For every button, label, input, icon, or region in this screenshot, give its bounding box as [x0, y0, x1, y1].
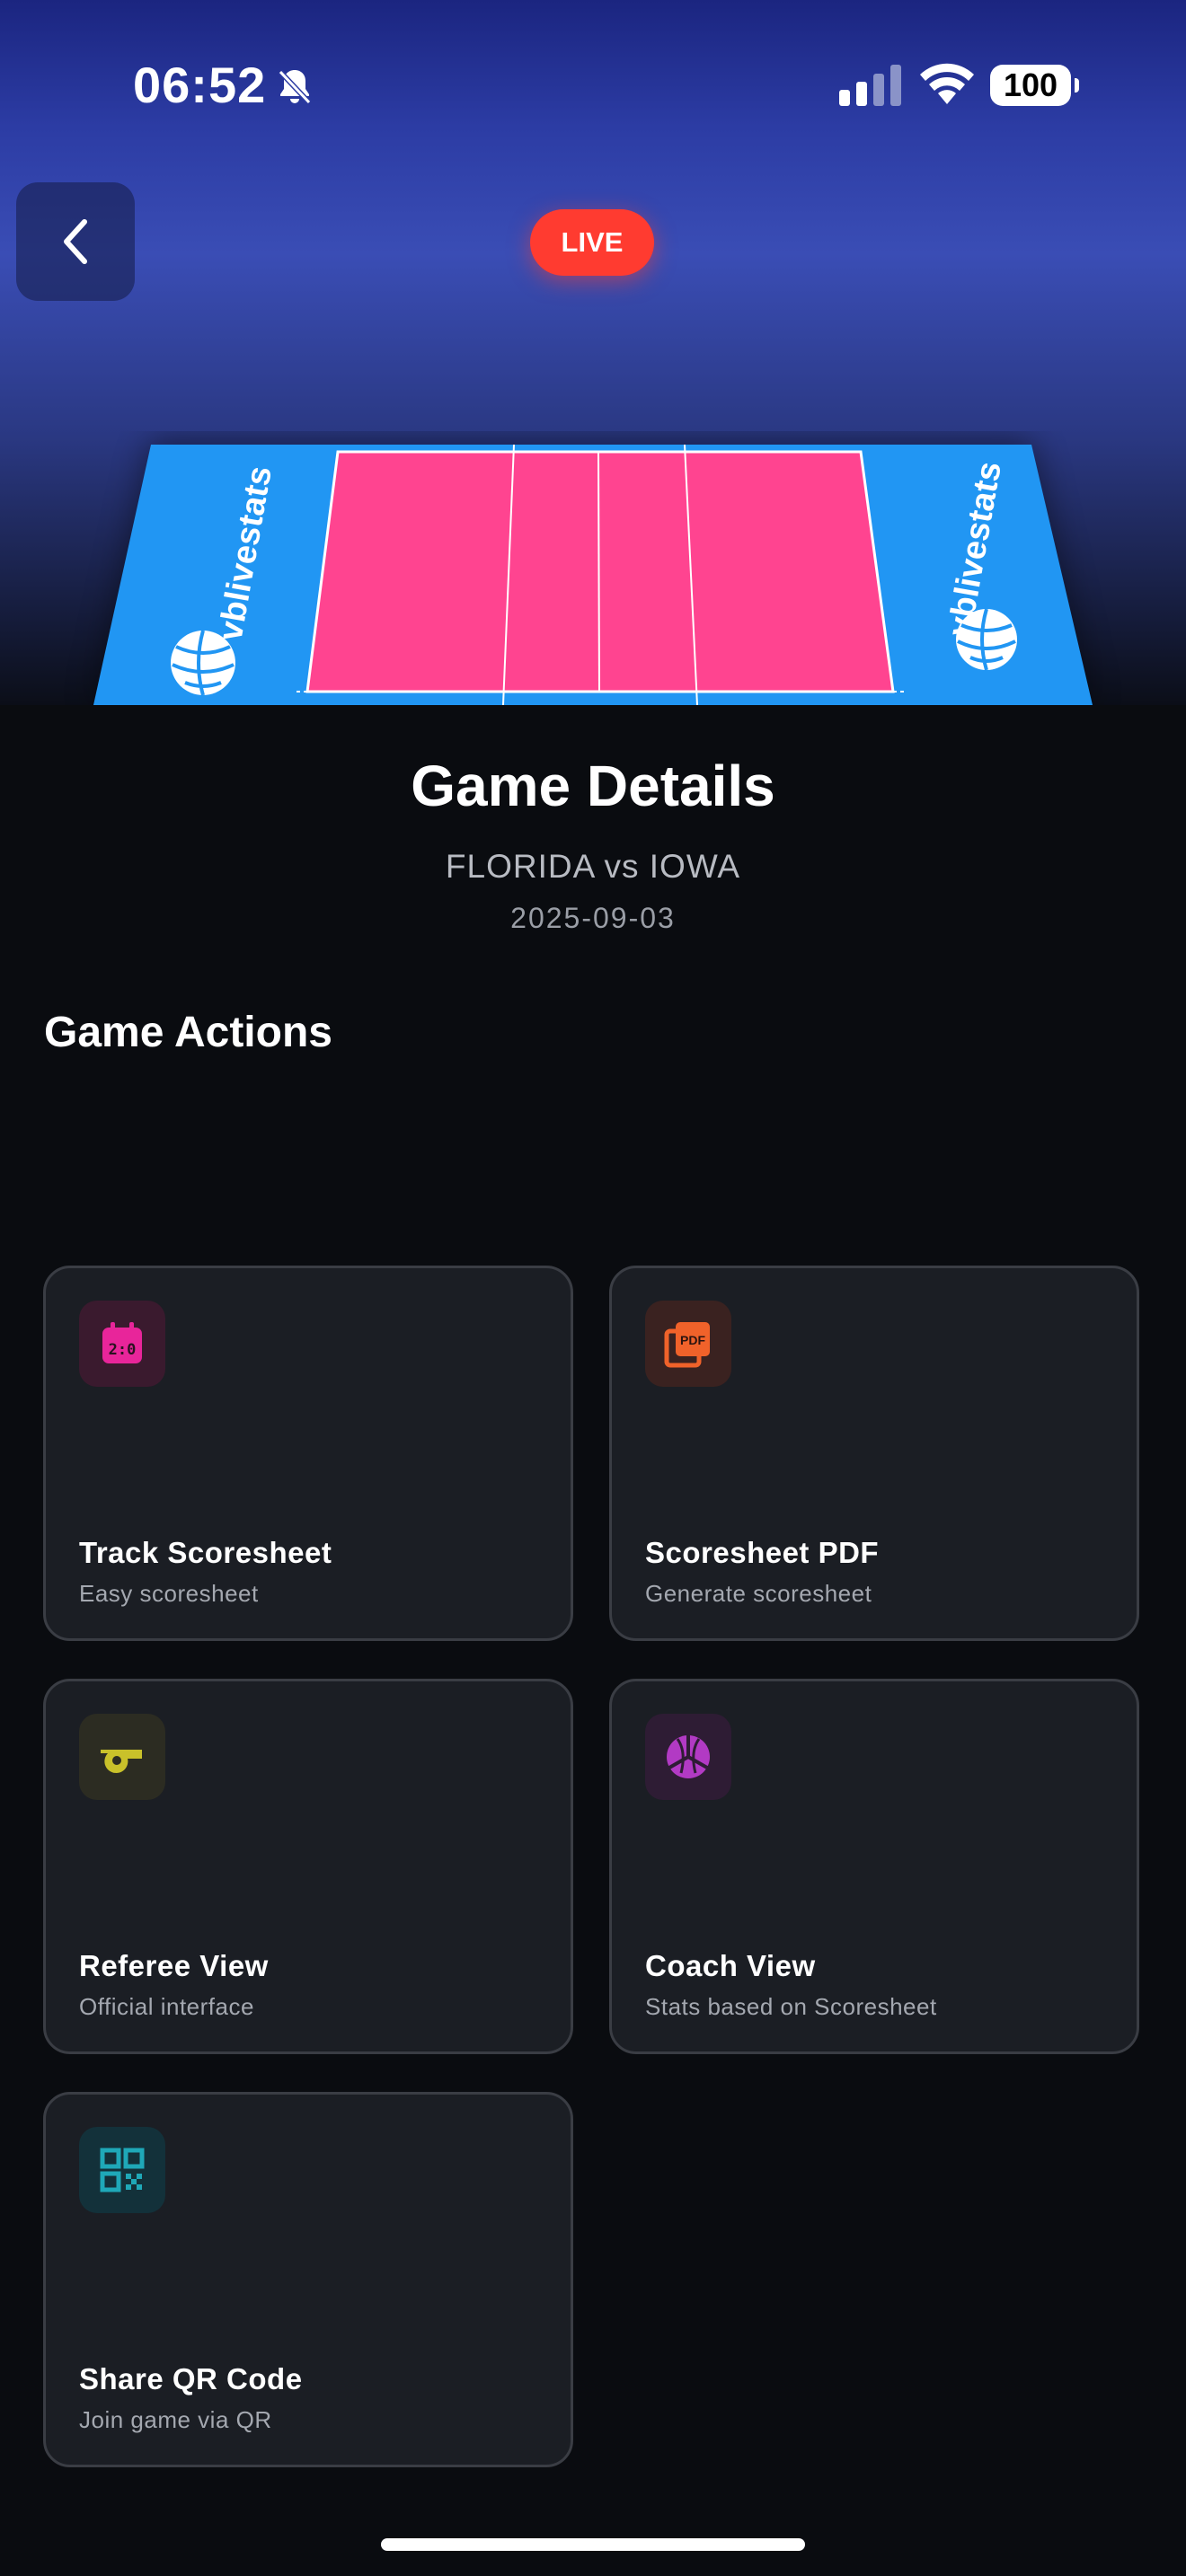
matchup-text: FLORIDA vs IOWA: [445, 848, 741, 885]
card-subtitle: Official interface: [79, 1993, 254, 2020]
action-card-track-scoresheet[interactable]: 2:0 Track Scoresheet Easy scoresheet: [43, 1266, 573, 1641]
volleyball-logo-left: [171, 630, 235, 696]
whistle-icon: [79, 1714, 165, 1800]
cellular-signal-icon: [839, 65, 901, 106]
section-title-game-actions: Game Actions: [44, 1009, 332, 1056]
live-badge: LIVE: [530, 209, 654, 276]
home-indicator[interactable]: [381, 2538, 805, 2551]
bell-slash-icon: [278, 69, 312, 105]
qr-code-icon: [79, 2127, 165, 2213]
status-time: 06:52: [133, 57, 267, 113]
card-subtitle: Stats based on Scoresheet: [645, 1993, 937, 2020]
card-title: Referee View: [79, 1949, 269, 1982]
svg-text:PDF: PDF: [680, 1333, 705, 1347]
volleyball-logo-right: [956, 608, 1017, 671]
court-inner: [305, 450, 895, 693]
status-bar: 06:52 100: [0, 0, 1186, 171]
action-card-referee-view[interactable]: Referee View Official interface: [43, 1679, 573, 2054]
card-subtitle: Easy scoresheet: [79, 1580, 259, 1607]
card-subtitle: Generate scoresheet: [645, 1580, 872, 1607]
action-card-coach-view[interactable]: Coach View Stats based on Scoresheet: [609, 1679, 1139, 2054]
card-title: Coach View: [645, 1949, 816, 1982]
hero-header: 06:52 100 LIVE vblivestats vblivestats: [0, 0, 1186, 705]
volleyball-court-graphic: vblivestats vblivestats: [93, 440, 1093, 705]
card-title: Share QR Code: [79, 2362, 303, 2395]
card-subtitle: Join game via QR: [79, 2406, 272, 2433]
wifi-icon: [920, 63, 974, 104]
action-card-share-qr-code[interactable]: Share QR Code Join game via QR: [43, 2092, 573, 2467]
card-title: Scoresheet PDF: [645, 1536, 880, 1569]
battery-indicator: 100: [990, 65, 1079, 106]
svg-text:2:0: 2:0: [109, 1341, 137, 1359]
scoreboard-icon: 2:0: [79, 1301, 165, 1387]
card-title: Track Scoresheet: [79, 1536, 332, 1569]
action-card-scoresheet-pdf[interactable]: PDF Scoresheet PDF Generate scoresheet: [609, 1266, 1139, 1641]
pdf-icon: PDF: [645, 1301, 731, 1387]
back-button[interactable]: [16, 182, 135, 301]
page-title: Game Details: [411, 754, 775, 818]
game-date: 2025-09-03: [510, 902, 676, 934]
chevron-left-icon: [64, 219, 87, 264]
volleyball-icon: [645, 1714, 731, 1800]
